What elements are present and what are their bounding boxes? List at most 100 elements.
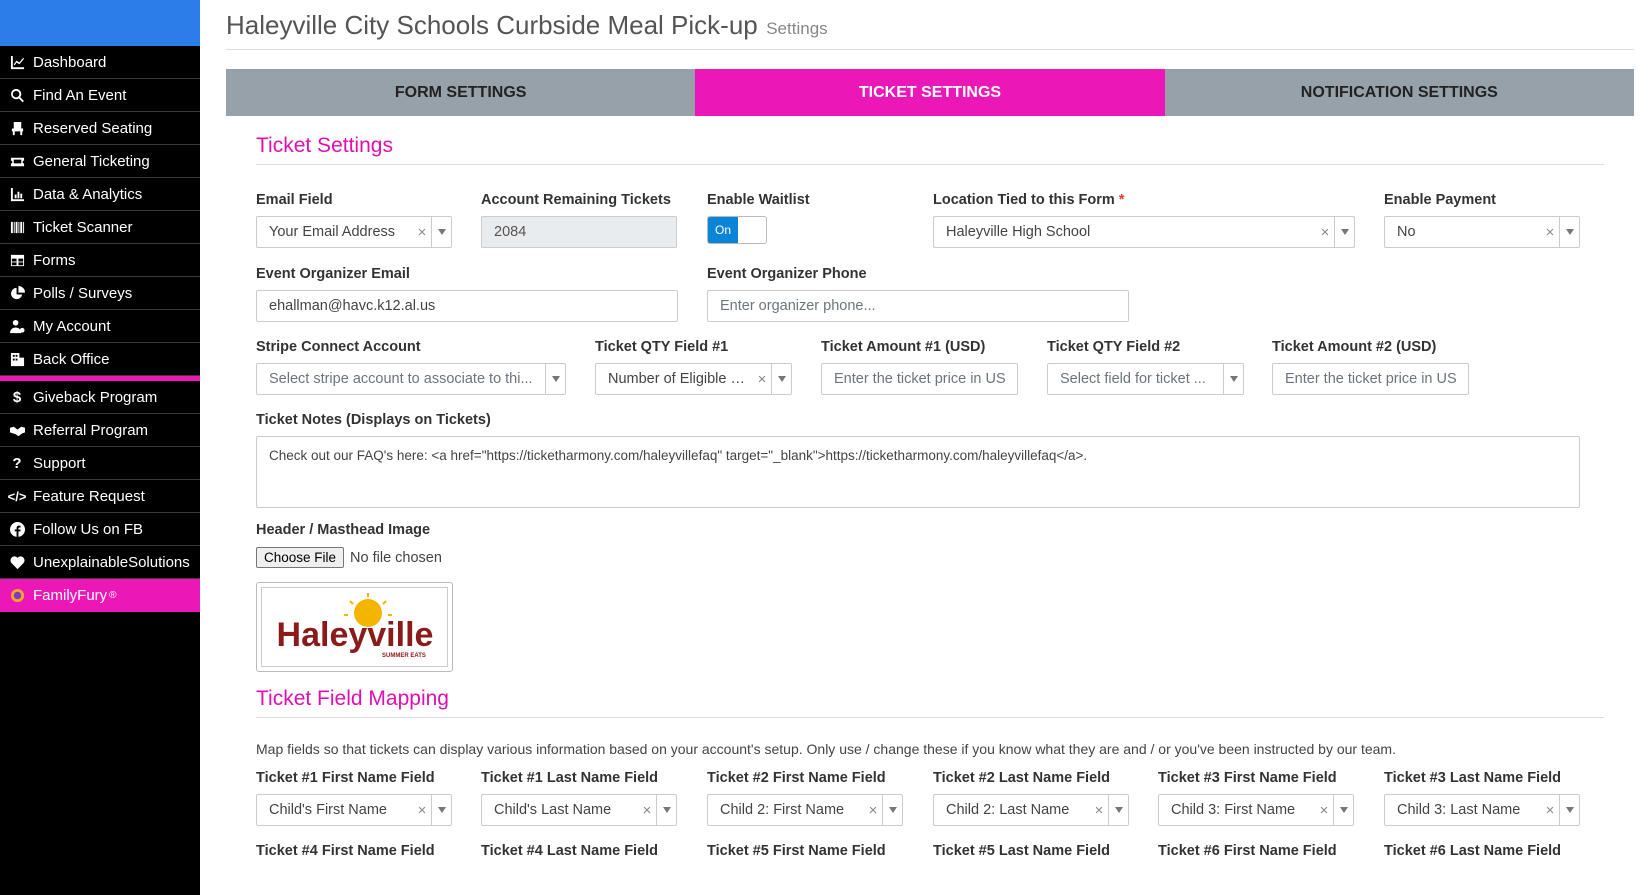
sidebar-item-unexplainable-solutions[interactable]: UnexplainableSolutions xyxy=(0,546,200,579)
sidebar-item-referral-program[interactable]: Referral Program xyxy=(0,414,200,447)
email-field-select[interactable]: Your Email Address × xyxy=(256,216,452,248)
sidebar-item-general-ticketing[interactable]: General Ticketing xyxy=(0,145,200,178)
clear-icon[interactable]: × xyxy=(1316,224,1334,241)
ticket-3-first-name-select[interactable]: Child 3: First Name × xyxy=(1158,794,1354,826)
sidebar-item-label: UnexplainableSolutions xyxy=(33,553,190,571)
location-value: Haleyville High School xyxy=(946,224,1091,240)
ticket-2-first-name-select[interactable]: Child 2: First Name × xyxy=(707,794,903,826)
sidebar-item-label: Find An Event xyxy=(33,86,127,104)
chevron-down-icon[interactable] xyxy=(431,795,451,825)
chevron-down-icon[interactable] xyxy=(431,217,451,247)
tab-notification-settings[interactable]: NOTIFICATION SETTINGS xyxy=(1165,69,1634,116)
chevron-down-icon[interactable] xyxy=(771,364,791,394)
chevron-down-icon[interactable] xyxy=(545,364,565,394)
ticket-1-first-name-select[interactable]: Child's First Name × xyxy=(256,794,452,826)
chevron-down-icon[interactable] xyxy=(1333,795,1353,825)
ticket-2-last-name-select[interactable]: Child 2: Last Name × xyxy=(933,794,1129,826)
chevron-down-icon[interactable] xyxy=(882,795,902,825)
email-field-label: Email Field xyxy=(256,192,333,208)
ticket-6-first-name-label: Ticket #6 First Name Field xyxy=(1158,843,1337,859)
sidebar-item-label: Forms xyxy=(33,251,76,269)
ticket-amount-1-input[interactable] xyxy=(821,363,1018,395)
ticket-qty-2-label: Ticket QTY Field #2 xyxy=(1047,339,1181,355)
file-status: No file chosen xyxy=(350,549,442,566)
chevron-down-icon[interactable] xyxy=(1108,795,1128,825)
ticket-1-last-name-select[interactable]: Child's Last Name × xyxy=(481,794,677,826)
masthead-thumbnail: Haleyville SUMMER EATS xyxy=(256,582,453,672)
sidebar-item-follow-us-fb[interactable]: Follow Us on FB xyxy=(0,513,200,546)
chevron-down-icon[interactable] xyxy=(1334,217,1354,247)
sidebar-item-label: Feature Request xyxy=(33,487,145,505)
sidebar-item-back-office[interactable]: Back Office xyxy=(0,343,200,376)
ticket-5-first-name-label: Ticket #5 First Name Field xyxy=(707,843,886,859)
heart-icon xyxy=(9,554,25,570)
ticket-amount-2-label: Ticket Amount #2 (USD) xyxy=(1272,339,1437,355)
chevron-down-icon[interactable] xyxy=(656,795,676,825)
tab-form-settings[interactable]: FORM SETTINGS xyxy=(226,69,695,116)
sidebar-item-support[interactable]: ? Support xyxy=(0,447,200,480)
ticket-1-last-name-label: Ticket #1 Last Name Field xyxy=(481,770,659,786)
sidebar-item-dashboard[interactable]: Dashboard xyxy=(0,46,200,79)
ticket-1-last-name-value: Child's Last Name xyxy=(494,802,612,818)
ticket-3-last-name-label: Ticket #3 Last Name Field xyxy=(1384,770,1562,786)
ticket-qty-2-select[interactable]: Select field for ticket ... xyxy=(1047,363,1244,395)
tab-ticket-settings[interactable]: TICKET SETTINGS xyxy=(695,69,1165,116)
sidebar-item-label: Support xyxy=(33,454,86,472)
masthead-label: Header / Masthead Image xyxy=(256,522,431,538)
choose-file-button[interactable]: Choose File xyxy=(256,547,345,568)
sidebar-item-data-analytics[interactable]: Data & Analytics xyxy=(0,178,200,211)
chevron-down-icon[interactable] xyxy=(1559,217,1579,247)
chevron-down-icon[interactable] xyxy=(1559,795,1579,825)
facebook-icon xyxy=(9,521,25,537)
location-select[interactable]: Haleyville High School × xyxy=(933,216,1355,248)
sidebar-item-giveback-program[interactable]: $ Giveback Program xyxy=(0,381,200,414)
stripe-account-placeholder: Select stripe account to associate to th… xyxy=(269,371,533,387)
ticket-qty-1-select[interactable]: Number of Eligible C... × xyxy=(595,363,792,395)
mapping-note: Map fields so that tickets can display v… xyxy=(256,741,1396,757)
sidebar: Dashboard Find An Event Reserved Seating… xyxy=(0,0,200,895)
chevron-down-icon[interactable] xyxy=(1223,364,1243,394)
remaining-tickets-value: 2084 xyxy=(494,224,527,240)
enable-payment-select[interactable]: No × xyxy=(1384,216,1580,248)
ticket-2-last-name-label: Ticket #2 Last Name Field xyxy=(933,770,1111,786)
clear-icon[interactable]: × xyxy=(1090,802,1108,819)
sidebar-item-my-account[interactable]: My Account xyxy=(0,310,200,343)
clear-icon[interactable]: × xyxy=(1541,802,1559,819)
barcode-icon xyxy=(9,219,25,235)
organizer-email-input[interactable] xyxy=(256,290,678,322)
enable-payment-label: Enable Payment xyxy=(1384,192,1497,208)
clear-icon[interactable]: × xyxy=(753,371,771,388)
stripe-account-select[interactable]: Select stripe account to associate to th… xyxy=(256,363,566,395)
ticket-6-last-name-label: Ticket #6 Last Name Field xyxy=(1384,843,1562,859)
ticket-3-last-name-value: Child 3: Last Name xyxy=(1397,802,1521,818)
remaining-tickets-label: Account Remaining Tickets xyxy=(481,192,671,208)
clear-icon[interactable]: × xyxy=(1541,224,1559,241)
waitlist-toggle[interactable]: On xyxy=(707,216,767,244)
clear-icon[interactable]: × xyxy=(413,224,431,241)
remaining-tickets-field: 2084 xyxy=(481,216,677,248)
clear-icon[interactable]: × xyxy=(864,802,882,819)
sidebar-item-find-an-event[interactable]: Find An Event xyxy=(0,79,200,112)
ticket-2-last-name-value: Child 2: Last Name xyxy=(946,802,1070,818)
ticket-notes-textarea[interactable]: Check out our FAQ's here: <a href="https… xyxy=(256,436,1580,508)
sidebar-item-label: My Account xyxy=(33,317,111,335)
sidebar-item-familyfury[interactable]: FamilyFury ® xyxy=(0,579,200,612)
clear-icon[interactable]: × xyxy=(413,802,431,819)
search-icon xyxy=(9,87,25,103)
page-header: Haleyville City Schools Curbside Meal Pi… xyxy=(226,10,1634,50)
organizer-phone-input[interactable] xyxy=(707,290,1129,322)
ticket-1-first-name-value: Child's First Name xyxy=(269,802,387,818)
clear-icon[interactable]: × xyxy=(638,802,656,819)
logo-text: Haleyville xyxy=(276,616,433,654)
ticket-amount-2-input[interactable] xyxy=(1272,363,1469,395)
sidebar-item-polls-surveys[interactable]: Polls / Surveys xyxy=(0,277,200,310)
clear-icon[interactable]: × xyxy=(1315,802,1333,819)
sidebar-item-ticket-scanner[interactable]: Ticket Scanner xyxy=(0,211,200,244)
sidebar-item-label: Follow Us on FB xyxy=(33,520,144,538)
page-title: Haleyville City Schools Curbside Meal Pi… xyxy=(226,10,758,40)
sidebar-item-reserved-seating[interactable]: Reserved Seating xyxy=(0,112,200,145)
ticket-3-last-name-select[interactable]: Child 3: Last Name × xyxy=(1384,794,1580,826)
ticket-amount-1-label: Ticket Amount #1 (USD) xyxy=(821,339,986,355)
sidebar-item-forms[interactable]: Forms xyxy=(0,244,200,277)
sidebar-item-feature-request[interactable]: </> Feature Request xyxy=(0,480,200,513)
